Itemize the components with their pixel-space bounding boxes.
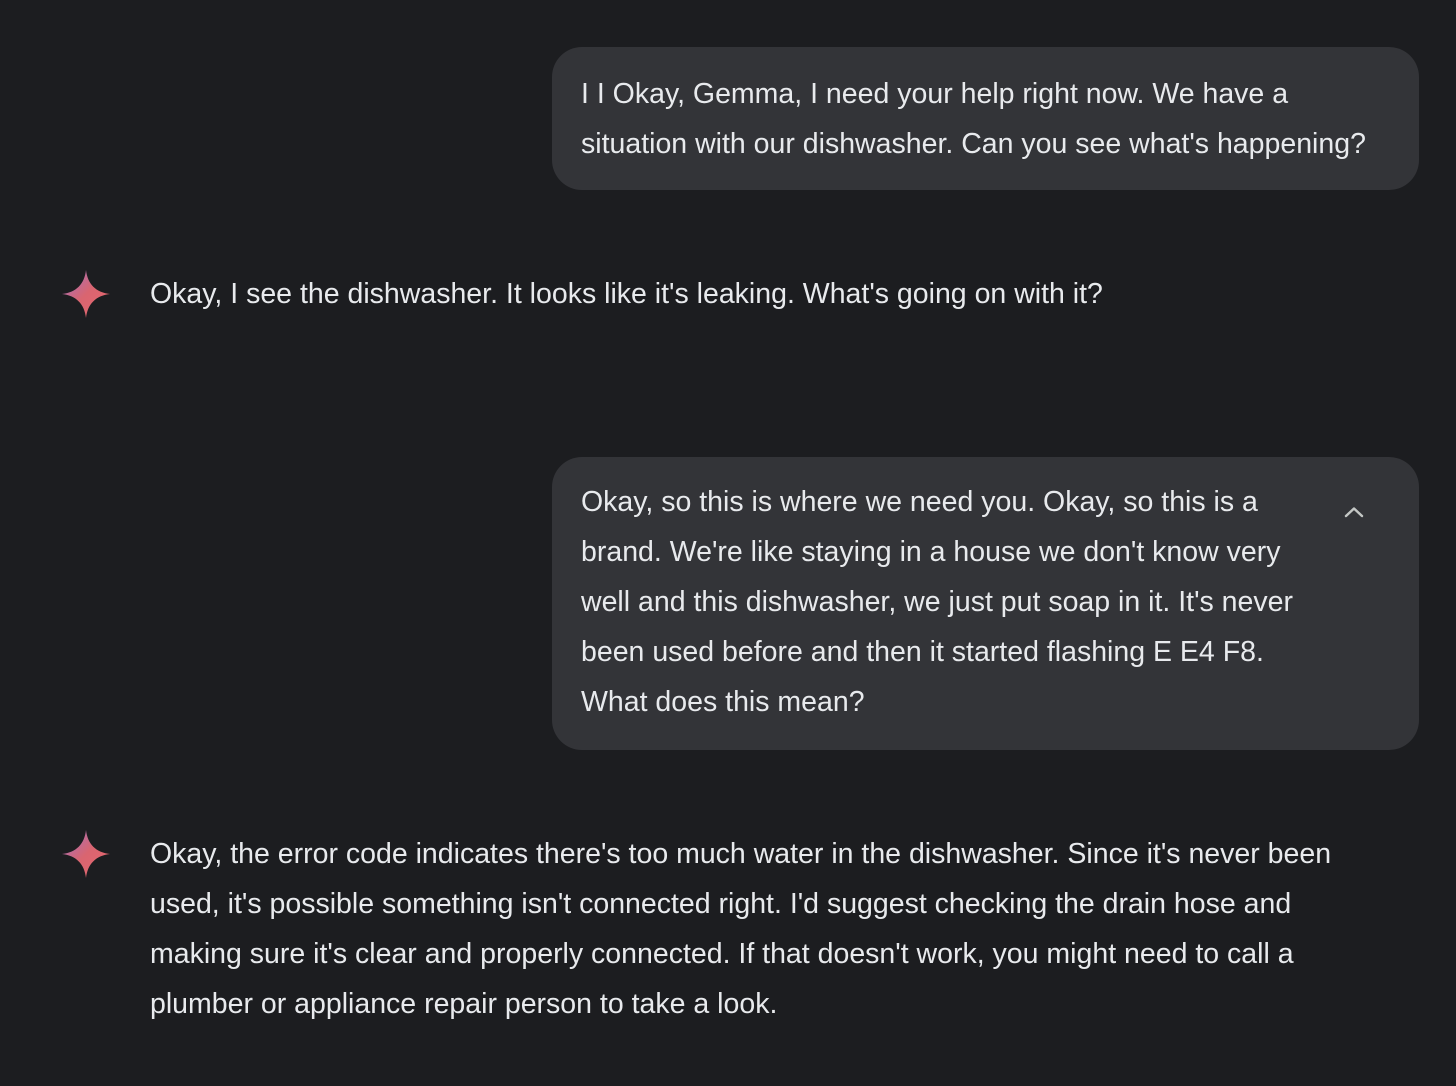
chevron-up-icon	[1344, 507, 1364, 518]
user-message-text: Okay, so this is where we need you. Okay…	[581, 486, 1293, 718]
model-message-text: Okay, I see the dishwasher. It looks lik…	[150, 278, 1103, 310]
user-message: I I Okay, Gemma, I need your help right …	[552, 47, 1419, 190]
gemini-sparkle-icon	[62, 830, 110, 878]
chat-transcript: I I Okay, Gemma, I need your help right …	[0, 0, 1456, 1086]
model-message-text: Okay, the error code indicates there's t…	[150, 838, 1332, 1020]
user-message-text: I I Okay, Gemma, I need your help right …	[581, 78, 1366, 160]
user-message: Okay, so this is where we need you. Okay…	[552, 457, 1419, 750]
collapse-message-button[interactable]	[1339, 497, 1369, 527]
gemini-sparkle-icon	[62, 270, 110, 318]
